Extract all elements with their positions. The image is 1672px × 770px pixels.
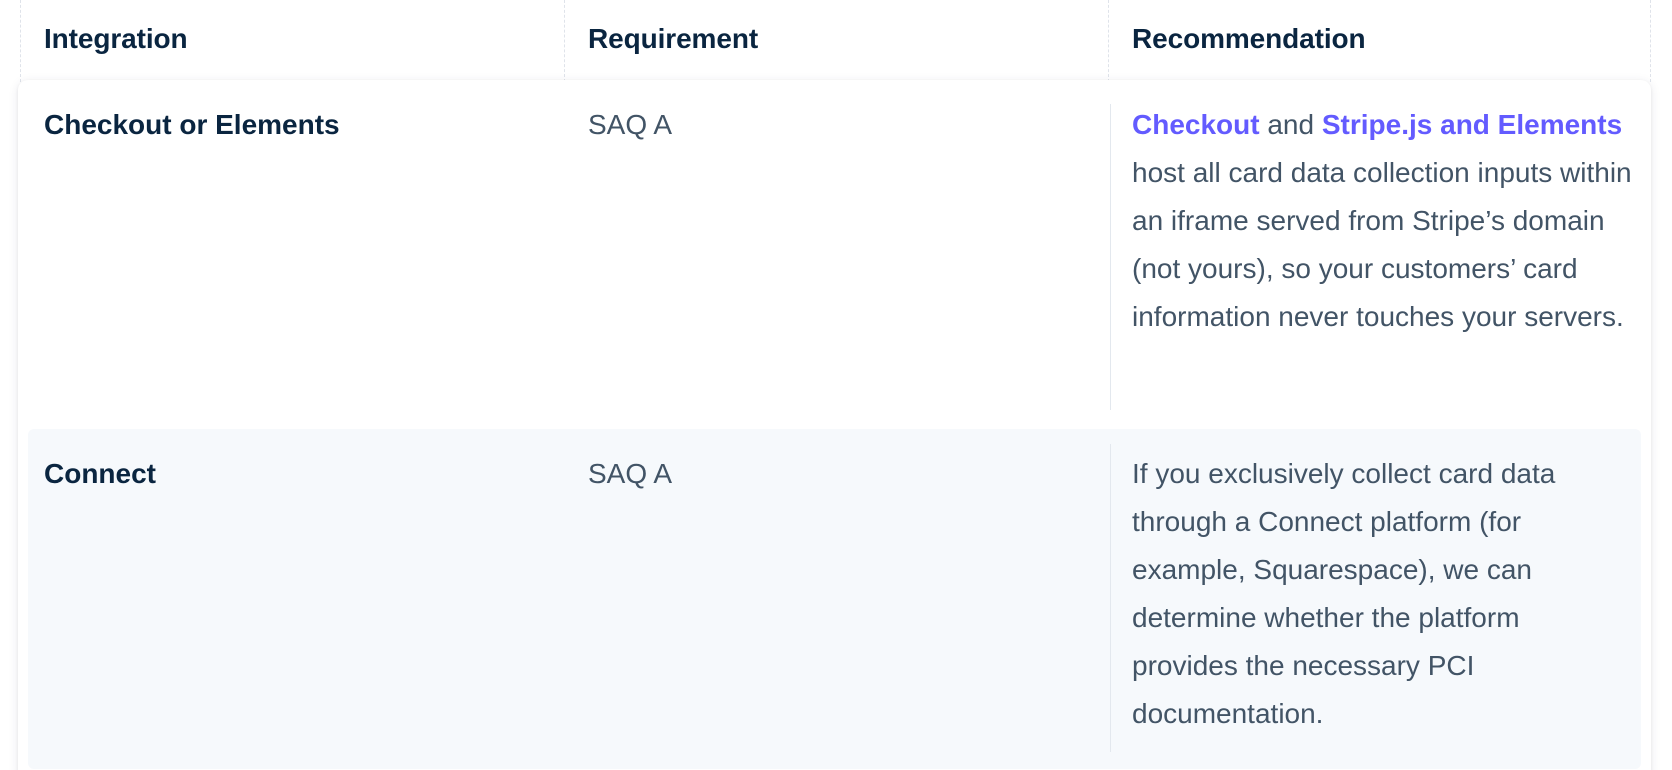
header-recommendation: Recommendation	[1132, 23, 1366, 54]
column-guide	[1650, 0, 1651, 82]
header-integration: Integration	[44, 23, 188, 54]
column-divider	[1110, 444, 1111, 752]
requirement-cell: SAQ A	[588, 458, 673, 489]
requirement-cell: SAQ A	[588, 109, 673, 140]
table-row: Connect SAQ A If you exclusively collect…	[28, 429, 1641, 769]
checkout-link[interactable]: Checkout	[1132, 109, 1260, 140]
header-requirement: Requirement	[588, 23, 759, 54]
recommendation-text: If you exclusively collect card data thr…	[1132, 458, 1556, 729]
recommendation-cell: If you exclusively collect card data thr…	[1132, 450, 1632, 738]
table-body: Checkout or Elements SAQ A Checkout and …	[18, 80, 1651, 770]
joiner-text: and	[1259, 109, 1322, 140]
stripe-js-elements-link[interactable]: Stripe.js and Elements	[1322, 109, 1622, 140]
column-divider	[1110, 104, 1111, 410]
table-header: Integration Requirement Recommendation	[20, 0, 1650, 80]
recommendation-cell: Checkout and Stripe.js and Elements host…	[1132, 101, 1632, 341]
recommendation-text: host all card data collection inputs wit…	[1132, 157, 1632, 332]
table-row: Checkout or Elements SAQ A Checkout and …	[28, 80, 1641, 425]
integration-cell: Checkout or Elements	[44, 109, 340, 140]
integration-cell: Connect	[44, 458, 156, 489]
